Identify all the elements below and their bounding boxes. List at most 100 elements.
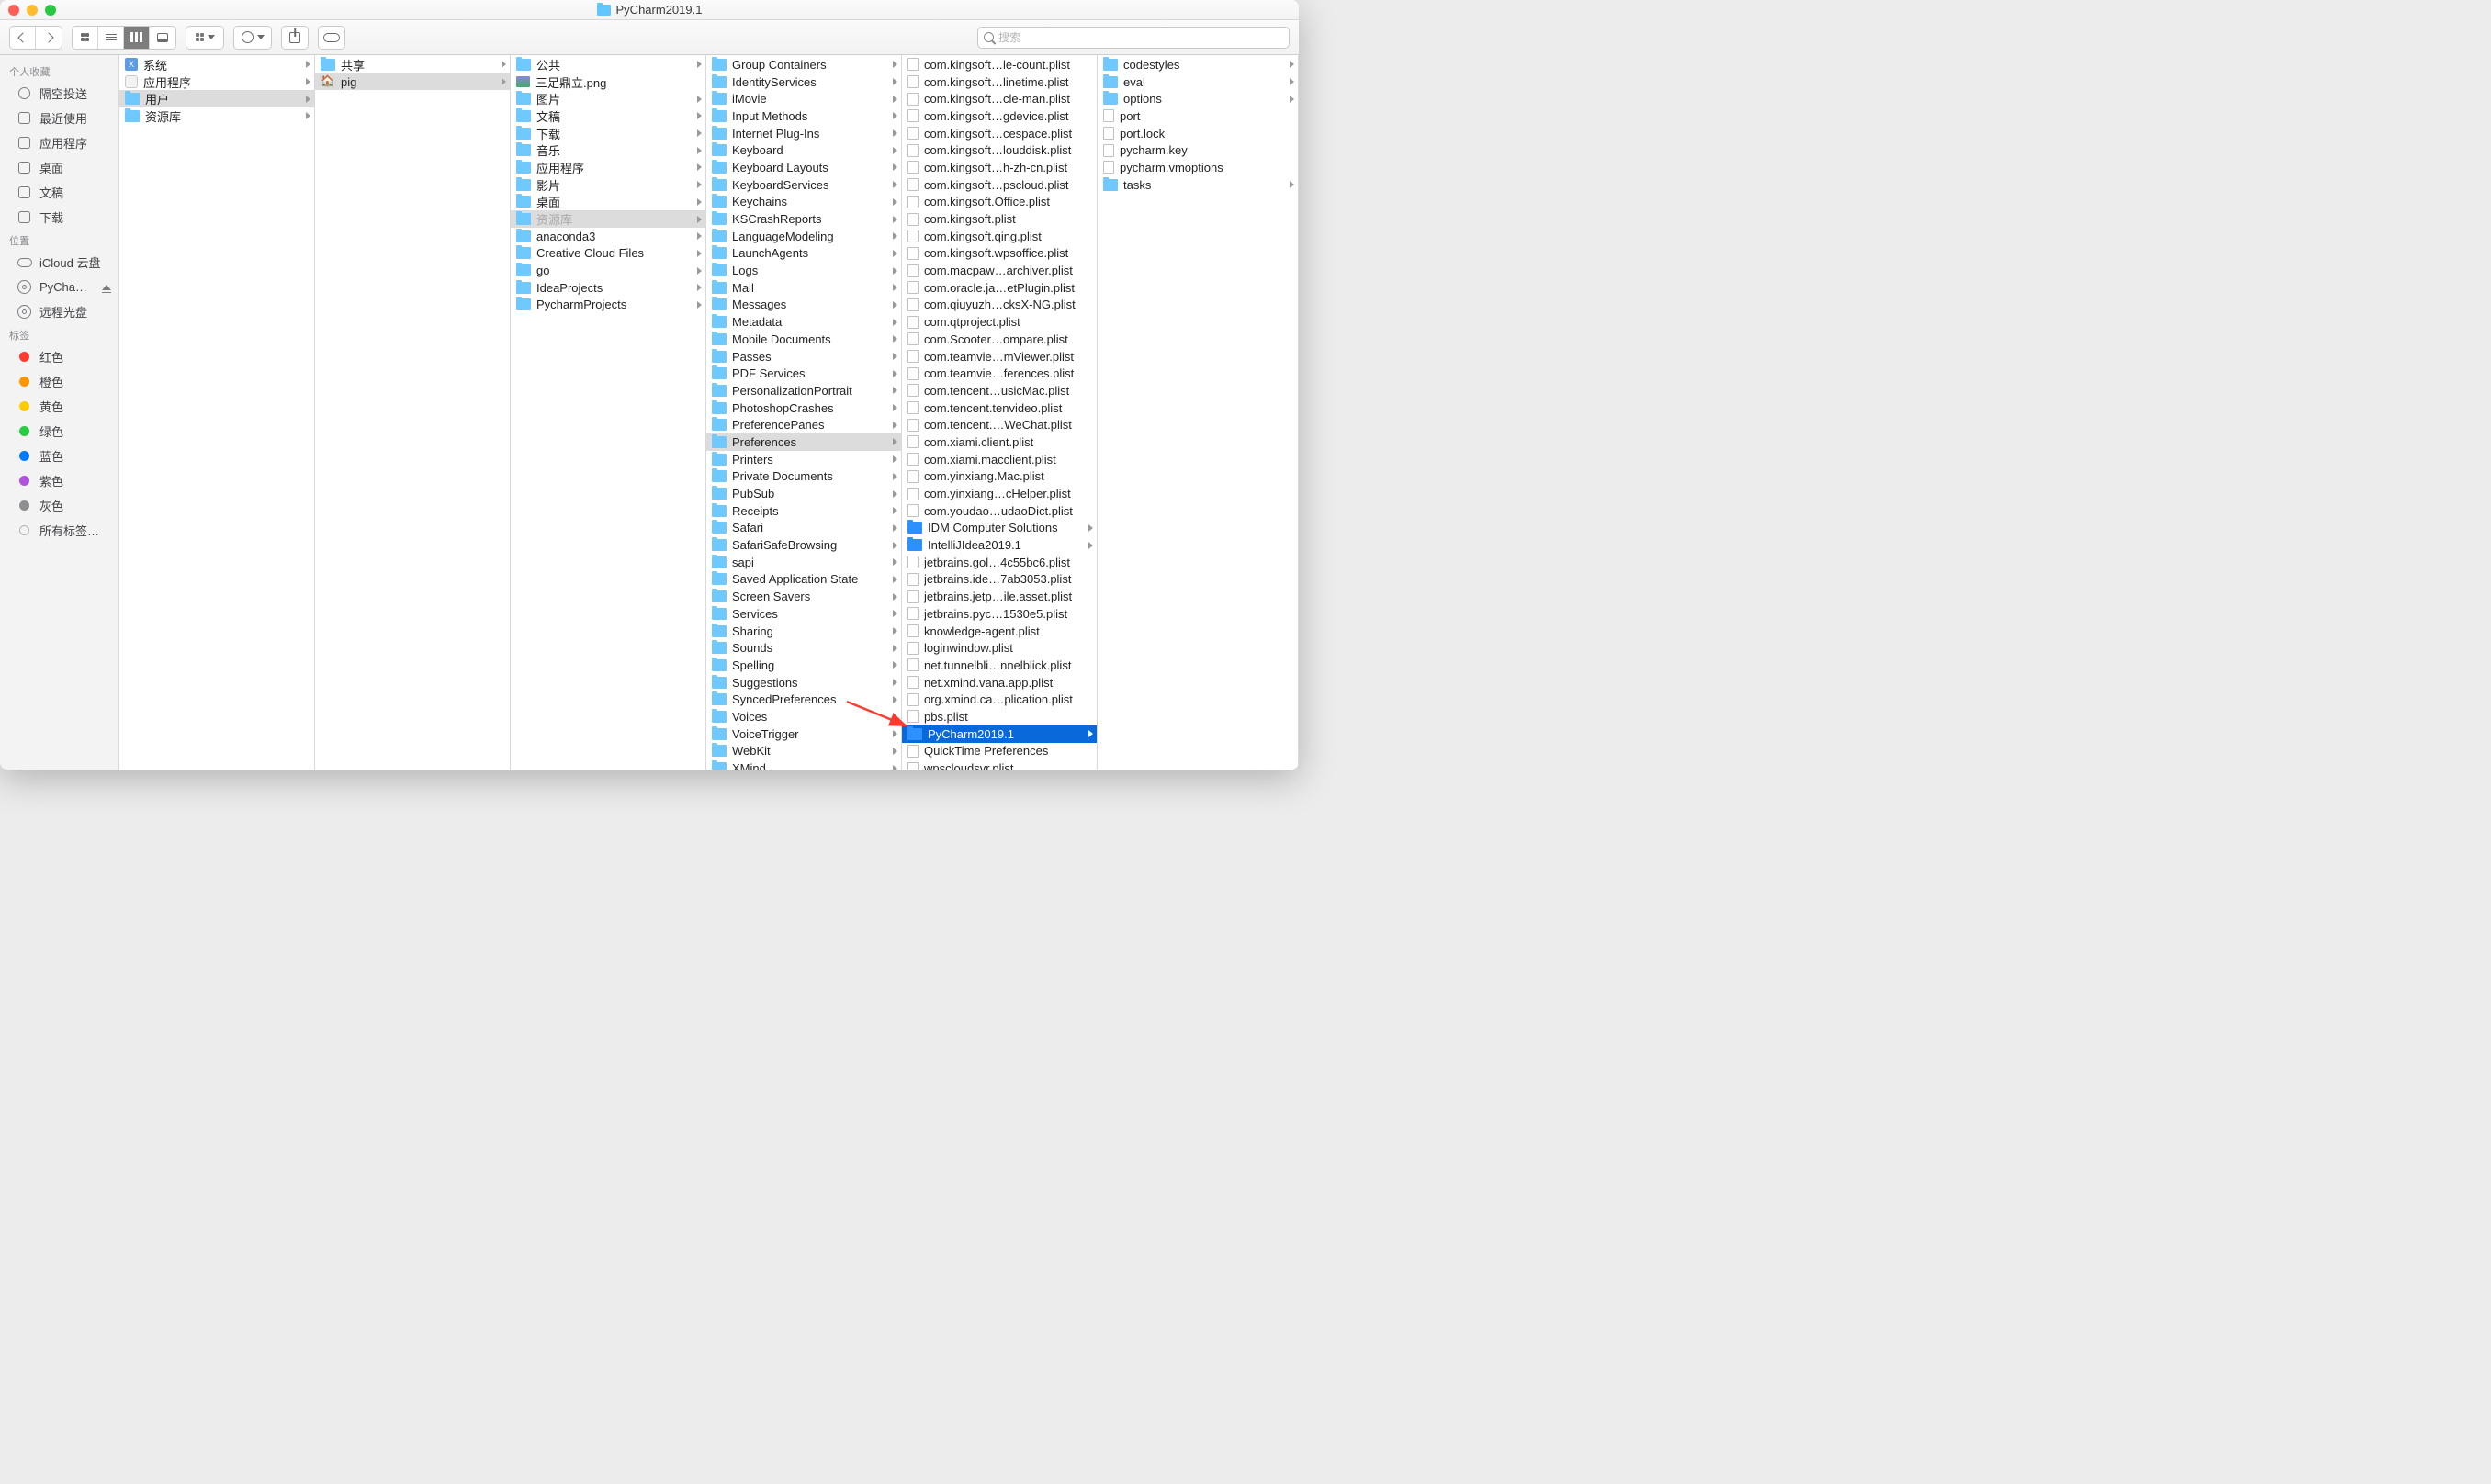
- list-item[interactable]: com.teamvie…mViewer.plist: [902, 348, 1097, 365]
- list-item[interactable]: iMovie: [706, 90, 901, 107]
- list-item[interactable]: SyncedPreferences: [706, 691, 901, 708]
- list-item[interactable]: com.kingsoft…cle-man.plist: [902, 90, 1097, 107]
- list-item[interactable]: Spelling: [706, 657, 901, 674]
- action-button[interactable]: [233, 26, 272, 50]
- list-item[interactable]: com.teamvie…ferences.plist: [902, 365, 1097, 382]
- list-item[interactable]: port: [1098, 107, 1298, 125]
- list-item[interactable]: 三足鼎立.png: [511, 73, 705, 91]
- search-input[interactable]: [998, 31, 1283, 44]
- list-item[interactable]: com.kingsoft.wpsoffice.plist: [902, 245, 1097, 263]
- list-item[interactable]: PDF Services: [706, 365, 901, 382]
- tags-button[interactable]: [318, 26, 345, 50]
- list-item[interactable]: 文稿: [511, 107, 705, 125]
- list-item[interactable]: X系统: [119, 56, 314, 73]
- list-item[interactable]: Screen Savers: [706, 588, 901, 605]
- list-item[interactable]: Keyboard Layouts: [706, 159, 901, 176]
- list-item[interactable]: 图片: [511, 90, 705, 107]
- list-item[interactable]: jetbrains.pyc…1530e5.plist: [902, 605, 1097, 623]
- list-item[interactable]: Keychains: [706, 194, 901, 211]
- list-item[interactable]: com.tencent.…WeChat.plist: [902, 416, 1097, 433]
- list-item[interactable]: KeyboardServices: [706, 176, 901, 194]
- list-item[interactable]: com.xiami.client.plist: [902, 433, 1097, 451]
- list-view-button[interactable]: [98, 27, 124, 49]
- list-item[interactable]: com.oracle.ja…etPlugin.plist: [902, 279, 1097, 297]
- sidebar-item[interactable]: 应用程序: [0, 130, 118, 155]
- list-item[interactable]: org.xmind.ca…plication.plist: [902, 691, 1097, 708]
- list-item[interactable]: com.kingsoft…gdevice.plist: [902, 107, 1097, 125]
- sidebar-tag-item[interactable]: 紫色: [0, 468, 118, 493]
- list-item[interactable]: 资源库: [511, 210, 705, 228]
- list-item[interactable]: Input Methods: [706, 107, 901, 125]
- list-item[interactable]: codestyles: [1098, 56, 1298, 73]
- list-item[interactable]: com.xiami.macclient.plist: [902, 451, 1097, 468]
- column-view-button[interactable]: [124, 27, 150, 49]
- list-item[interactable]: jetbrains.gol…4c55bc6.plist: [902, 554, 1097, 571]
- list-item[interactable]: pycharm.key: [1098, 141, 1298, 159]
- sidebar-tag-item[interactable]: 灰色: [0, 493, 118, 518]
- list-item[interactable]: Receipts: [706, 502, 901, 520]
- list-item[interactable]: Mobile Documents: [706, 331, 901, 348]
- list-item[interactable]: Printers: [706, 451, 901, 468]
- list-item[interactable]: 共享: [315, 56, 510, 73]
- list-item[interactable]: pbs.plist: [902, 708, 1097, 725]
- list-item[interactable]: net.xmind.vana.app.plist: [902, 674, 1097, 691]
- list-item[interactable]: anaconda3: [511, 228, 705, 245]
- list-item[interactable]: WebKit: [706, 743, 901, 760]
- list-item[interactable]: KSCrashReports: [706, 210, 901, 228]
- list-item[interactable]: com.yinxiang…cHelper.plist: [902, 485, 1097, 502]
- list-item[interactable]: com.kingsoft…louddisk.plist: [902, 141, 1097, 159]
- list-item[interactable]: Internet Plug-Ins: [706, 125, 901, 142]
- list-item[interactable]: 音乐: [511, 141, 705, 159]
- list-item[interactable]: 影片: [511, 176, 705, 194]
- arrange-button[interactable]: [186, 26, 224, 50]
- icon-view-button[interactable]: [73, 27, 98, 49]
- list-item[interactable]: com.qiuyuzh…cksX-NG.plist: [902, 297, 1097, 314]
- sidebar-item[interactable]: 文稿: [0, 180, 118, 205]
- eject-icon[interactable]: [102, 285, 111, 290]
- list-item[interactable]: Safari: [706, 520, 901, 537]
- share-button[interactable]: [281, 26, 309, 50]
- list-item[interactable]: wpscloudsvr.plist: [902, 759, 1097, 770]
- list-item[interactable]: 下载: [511, 125, 705, 142]
- list-item[interactable]: com.kingsoft…le-count.plist: [902, 56, 1097, 73]
- forward-button[interactable]: [36, 27, 62, 49]
- zoom-icon[interactable]: [45, 5, 56, 16]
- sidebar-tag-item[interactable]: 橙色: [0, 369, 118, 394]
- list-item[interactable]: eval: [1098, 73, 1298, 91]
- list-item[interactable]: Voices: [706, 708, 901, 725]
- list-item[interactable]: Sharing: [706, 623, 901, 640]
- list-item[interactable]: Suggestions: [706, 674, 901, 691]
- list-item[interactable]: PhotoshopCrashes: [706, 399, 901, 417]
- list-item[interactable]: Group Containers: [706, 56, 901, 73]
- back-button[interactable]: [10, 27, 36, 49]
- list-item[interactable]: 应用程序: [511, 159, 705, 176]
- list-item[interactable]: Keyboard: [706, 141, 901, 159]
- list-item[interactable]: com.tencent…usicMac.plist: [902, 382, 1097, 399]
- list-item[interactable]: pycharm.vmoptions: [1098, 159, 1298, 176]
- list-item[interactable]: LaunchAgents: [706, 245, 901, 263]
- list-item[interactable]: com.kingsoft…cespace.plist: [902, 125, 1097, 142]
- minimize-icon[interactable]: [27, 5, 38, 16]
- list-item[interactable]: jetbrains.jetp…ile.asset.plist: [902, 588, 1097, 605]
- list-item[interactable]: Metadata: [706, 313, 901, 331]
- list-item[interactable]: 用户: [119, 90, 314, 107]
- sidebar-item[interactable]: PyCha…: [0, 275, 118, 299]
- sidebar-tag-item[interactable]: 红色: [0, 344, 118, 369]
- list-item[interactable]: 应用程序: [119, 73, 314, 91]
- list-item[interactable]: Services: [706, 605, 901, 623]
- list-item[interactable]: IdentityServices: [706, 73, 901, 91]
- list-item[interactable]: pig: [315, 73, 510, 91]
- list-item[interactable]: IdeaProjects: [511, 279, 705, 297]
- list-item[interactable]: VoiceTrigger: [706, 725, 901, 743]
- list-item[interactable]: 公共: [511, 56, 705, 73]
- list-item[interactable]: PubSub: [706, 485, 901, 502]
- list-item[interactable]: jetbrains.ide…7ab3053.plist: [902, 571, 1097, 589]
- list-item[interactable]: com.Scooter…ompare.plist: [902, 331, 1097, 348]
- list-item[interactable]: com.kingsoft.plist: [902, 210, 1097, 228]
- list-item[interactable]: net.tunnelbli…nnelblick.plist: [902, 657, 1097, 674]
- list-item[interactable]: Preferences: [706, 433, 901, 451]
- list-item[interactable]: PersonalizationPortrait: [706, 382, 901, 399]
- list-item[interactable]: com.kingsoft…linetime.plist: [902, 73, 1097, 91]
- list-item[interactable]: knowledge-agent.plist: [902, 623, 1097, 640]
- list-item[interactable]: Logs: [706, 262, 901, 279]
